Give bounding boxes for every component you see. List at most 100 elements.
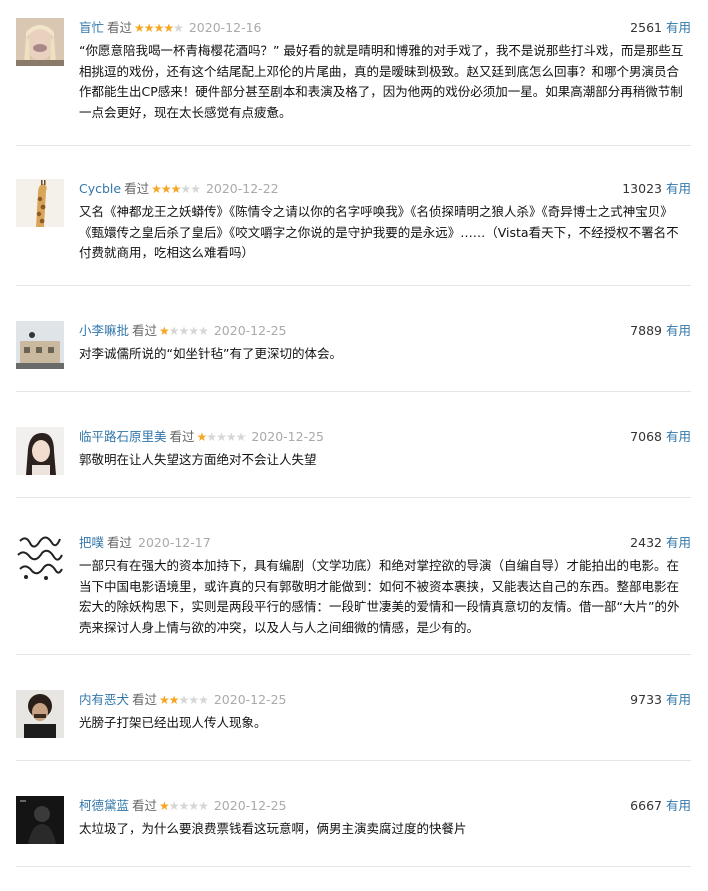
- vote-count: 7889: [630, 323, 662, 338]
- star-empty-icon: ★: [178, 693, 190, 707]
- comment-user-link[interactable]: 小李嘛批: [79, 323, 129, 338]
- comment-text: 又名《神都龙王之妖蟒传》《陈情令之请以你的名字呼唤我》《名侦探晴明之狼人杀》《奇…: [79, 204, 679, 260]
- comment-text: “你愿意陪我喝一杯青梅樱花酒吗？” 最好看的就是晴明和博雅的对手戏了，我不是说那…: [79, 43, 684, 120]
- star-empty-icon: ★: [168, 799, 180, 813]
- star-empty-icon: ★: [198, 693, 209, 707]
- star-empty-icon: ★: [188, 799, 199, 813]
- watched-label: 看过: [107, 535, 133, 550]
- comment-user-link[interactable]: 把噗: [79, 535, 104, 550]
- comment-info: 小李嘛批 看过 ★★★★★ 2020-12-25 7889 有用: [79, 321, 691, 341]
- star-empty-icon: ★: [178, 799, 190, 813]
- star-empty-icon: ★: [198, 324, 209, 338]
- star-empty-icon: ★: [216, 430, 227, 444]
- comment-text: 郭敬明在让人失望这方面绝对不会让人失望: [79, 452, 317, 467]
- star-filled-icon: ★: [153, 21, 165, 35]
- star-filled-icon: ★: [151, 182, 162, 196]
- star-empty-icon: ★: [198, 799, 209, 813]
- star-filled-icon: ★: [170, 182, 182, 196]
- comment-info: 盲忙 看过 ★★★★★ 2020-12-16 2561 有用: [79, 18, 691, 38]
- comment-item: 把噗 看过 2020-12-17 2432 有用 一部只有在强大的资本加持下，具有编剧…: [16, 533, 691, 655]
- comment-date: 2020-12-25: [213, 692, 287, 707]
- comment-text: 对李诚儒所说的“如坐针毡”有了更深切的体会。: [79, 346, 342, 361]
- avatar-dark-figure[interactable]: [16, 796, 64, 844]
- star-empty-icon: ★: [180, 182, 191, 196]
- star-filled-icon: ★: [160, 182, 172, 196]
- star-empty-icon: ★: [173, 21, 184, 35]
- star-filled-icon: ★: [159, 799, 170, 813]
- votes-area: 2561 有用: [630, 18, 691, 38]
- comment-item: 盲忙 看过 ★★★★★ 2020-12-16 2561 有用 “你愿意陪我喝一杯青梅樱花…: [16, 18, 691, 146]
- comment-info: 内有恶犬 看过 ★★★★★ 2020-12-25 9733 有用: [79, 690, 691, 710]
- votes-area: 9733 有用: [630, 690, 691, 710]
- vote-count: 7068: [630, 429, 662, 444]
- avatar-girl[interactable]: [16, 427, 64, 475]
- comment-user-link[interactable]: 盲忙: [79, 20, 104, 35]
- avatar-sketch[interactable]: [16, 533, 64, 581]
- star-empty-icon: ★: [178, 324, 190, 338]
- star-empty-icon: ★: [206, 430, 217, 444]
- comment-user-link[interactable]: 内有恶犬: [79, 692, 129, 707]
- useful-button[interactable]: 有用: [666, 181, 691, 196]
- watched-label: 看过: [132, 798, 158, 813]
- useful-button[interactable]: 有用: [666, 323, 691, 338]
- useful-button[interactable]: 有用: [666, 692, 691, 707]
- comment-text: 太垃圾了，为什么要浪费票钱看这玩意啊，俩男主演卖腐过度的快餐片: [79, 821, 467, 836]
- votes-area: 2432 有用: [630, 533, 691, 553]
- votes-area: 7068 有用: [630, 427, 691, 447]
- comment-date: 2020-12-22: [205, 181, 279, 196]
- avatar-blond-person[interactable]: [16, 18, 64, 66]
- star-filled-icon: ★: [168, 693, 180, 707]
- rating-stars: ★★★★★: [159, 796, 209, 816]
- rating-stars: ★★★★★: [159, 690, 209, 710]
- watched-label: 看过: [132, 323, 158, 338]
- comment-date: 2020-12-25: [213, 323, 287, 338]
- star-empty-icon: ★: [168, 324, 180, 338]
- comment-item: 内有恶犬 看过 ★★★★★ 2020-12-25 9733 有用 光膀子打架已经出现人传…: [16, 690, 691, 761]
- comment-text: 一部只有在强大的资本加持下，具有编剧（文学功底）和绝对掌控欲的导演（自编自导）才…: [79, 558, 680, 635]
- votes-area: 13023 有用: [622, 179, 691, 199]
- comment-user-link[interactable]: 柯德黛蓝: [79, 798, 129, 813]
- comment-date: 2020-12-17: [138, 535, 211, 550]
- comment-info: Cycble 看过 ★★★★★ 2020-12-22 13023 有用: [79, 179, 691, 199]
- useful-button[interactable]: 有用: [666, 535, 691, 550]
- comment-user-link[interactable]: 临平路石原里美: [79, 429, 167, 444]
- star-filled-icon: ★: [196, 430, 208, 444]
- rating-stars: ★★★★★: [134, 18, 184, 38]
- comment-item: 柯德黛蓝 看过 ★★★★★ 2020-12-25 6667 有用 太垃圾了，为什么要浪费…: [16, 796, 691, 867]
- useful-button[interactable]: 有用: [666, 429, 691, 444]
- star-empty-icon: ★: [188, 693, 199, 707]
- comment-item: 小李嘛批 看过 ★★★★★ 2020-12-25 7889 有用 对李诚儒所说的“如坐针…: [16, 321, 691, 392]
- star-filled-icon: ★: [134, 21, 145, 35]
- comment-date: 2020-12-25: [213, 798, 287, 813]
- vote-count: 2432: [630, 535, 662, 550]
- rating-stars: ★★★★★: [196, 427, 247, 447]
- votes-area: 6667 有用: [630, 796, 691, 816]
- avatar-giraffe[interactable]: [16, 179, 64, 227]
- star-empty-icon: ★: [188, 324, 199, 338]
- comment-date: 2020-12-16: [188, 20, 262, 35]
- watched-label: 看过: [124, 181, 150, 196]
- comment-info: 临平路石原里美 看过 ★★★★★ 2020-12-25 7068 有用: [79, 427, 691, 447]
- rating-stars: ★★★★★: [159, 321, 209, 341]
- star-empty-icon: ★: [225, 430, 237, 444]
- useful-button[interactable]: 有用: [666, 798, 691, 813]
- comment-item: Cycble 看过 ★★★★★ 2020-12-22 13023 有用 又名《神都龙王之…: [16, 179, 691, 286]
- star-filled-icon: ★: [163, 21, 174, 35]
- comment-info: 柯德黛蓝 看过 ★★★★★ 2020-12-25 6667 有用: [79, 796, 691, 816]
- watched-label: 看过: [132, 692, 158, 707]
- useful-button[interactable]: 有用: [666, 20, 691, 35]
- vote-count: 13023: [622, 181, 662, 196]
- watched-label: 看过: [169, 429, 195, 444]
- avatar-curly-man[interactable]: [16, 690, 64, 738]
- avatar-building[interactable]: [16, 321, 64, 369]
- star-empty-icon: ★: [235, 430, 247, 444]
- comment-user-link[interactable]: Cycble: [79, 181, 121, 196]
- comment-text: 光膀子打架已经出现人传人现象。: [79, 715, 267, 730]
- comment-info: 把噗 看过 2020-12-17 2432 有用: [79, 533, 691, 553]
- star-filled-icon: ★: [143, 21, 155, 35]
- comment-list: 盲忙 看过 ★★★★★ 2020-12-16 2561 有用 “你愿意陪我喝一杯青梅樱花…: [0, 18, 708, 867]
- vote-count: 9733: [630, 692, 662, 707]
- star-filled-icon: ★: [159, 324, 170, 338]
- star-empty-icon: ★: [190, 182, 201, 196]
- comment-item: 临平路石原里美 看过 ★★★★★ 2020-12-25 7068 有用 郭敬明在让人失望…: [16, 427, 691, 498]
